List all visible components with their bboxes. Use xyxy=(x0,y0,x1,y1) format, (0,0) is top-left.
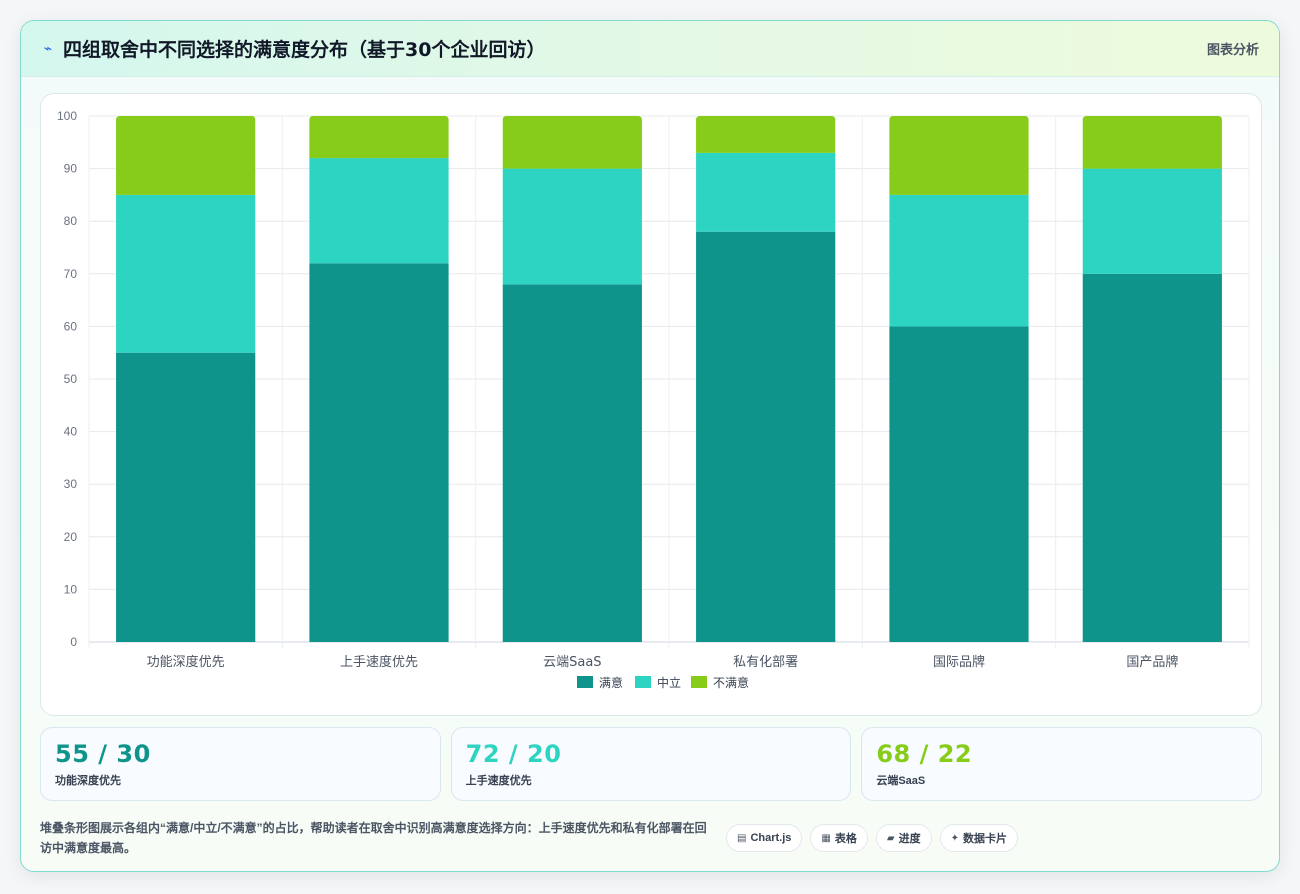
chart-panel: 0 10 20 30 40 50 60 70 80 90 100 功能深度优先 上手速度优先 云端SaaS… xyxy=(40,93,1262,716)
lightning-icon: ⌁ xyxy=(43,40,53,56)
bar-segment-2 xyxy=(1082,116,1222,169)
legend-label: 满意 xyxy=(599,675,623,690)
chip-table[interactable]: ▦ 表格 xyxy=(810,824,868,852)
stacked-bar-chart: 0 10 20 30 40 50 60 70 80 90 100 功能深度优先 上手速度优先 云端SaaS… xyxy=(57,109,1250,690)
bar-segment-0 xyxy=(696,231,836,642)
bar-segment-1 xyxy=(309,158,449,264)
bar-segment-0 xyxy=(1082,273,1222,642)
bar-segment-0 xyxy=(889,326,1029,642)
bar-segment-2 xyxy=(309,116,449,159)
bar-segment-0 xyxy=(502,284,642,642)
y-tick-label: 40 xyxy=(64,425,78,439)
chip-chartjs[interactable]: ▤ Chart.js xyxy=(726,824,803,852)
x-tick-label: 功能深度优先 xyxy=(147,654,225,670)
chart-card: ⌁ 四组取舍中不同选择的满意度分布（基于30个企业回访） 图表分析 0 10 20 3… xyxy=(20,20,1280,872)
legend-label: 中立 xyxy=(657,675,681,690)
chip-label: 数据卡片 xyxy=(962,833,1007,845)
y-tick-label: 100 xyxy=(57,109,77,123)
y-tick-label: 70 xyxy=(64,267,78,281)
chip-data-card[interactable]: ✦ 数据卡片 xyxy=(939,824,1018,852)
card-header: ⌁ 四组取舍中不同选择的满意度分布（基于30个企业回访） 图表分析 xyxy=(21,21,1279,77)
legend-label: 不满意 xyxy=(713,675,749,690)
legend-swatch xyxy=(577,676,593,688)
chip-label: 表格 xyxy=(834,833,857,845)
progress-icon: ▰ xyxy=(886,832,895,844)
y-tick-label: 50 xyxy=(64,372,78,386)
y-tick-label: 80 xyxy=(64,214,78,228)
bar-segment-2 xyxy=(116,116,256,195)
table-icon: ▦ xyxy=(821,832,831,844)
header-tag: 图表分析 xyxy=(1206,42,1259,57)
bar-segment-1 xyxy=(116,194,256,353)
tech-chips: ▤ Chart.js ▦ 表格 ▰ 进度 ✦ 数据卡片 xyxy=(726,824,1018,852)
y-tick-label: 0 xyxy=(70,635,77,649)
stat-card-0: 55 / 30 功能深度优先 xyxy=(40,727,441,801)
stat-cards: 55 / 30 功能深度优先 72 / 20 上手速度优先 68 / 22 云端… xyxy=(40,727,1263,801)
bar-segment-2 xyxy=(502,116,642,169)
x-tick-label: 国产品牌 xyxy=(1126,654,1178,670)
stat-card-1: 72 / 20 上手速度优先 xyxy=(450,727,852,801)
chart-icon: ▤ xyxy=(737,832,747,844)
stat-value: 68 / 22 xyxy=(876,740,973,768)
bar-segment-0 xyxy=(116,352,256,642)
stat-value: 55 / 30 xyxy=(55,740,151,768)
x-tick-label: 私有化部署 xyxy=(733,655,798,670)
chip-label: Chart.js xyxy=(750,832,792,844)
chip-progress[interactable]: ▰ 进度 xyxy=(875,824,932,852)
bar-segment-2 xyxy=(696,116,836,153)
bar-segment-0 xyxy=(309,263,449,642)
card-footer: 堆叠条形图展示各组内“满意/中立/不满意”的占比，帮助读者在取舍中识别高满意度选… xyxy=(40,816,1262,860)
title-wrap: ⌁ 四组取舍中不同选择的满意度分布（基于30个企业回访） xyxy=(41,35,546,62)
y-tick-label: 20 xyxy=(64,530,78,544)
stat-label: 功能深度优先 xyxy=(55,775,121,787)
bar-segment-1 xyxy=(696,152,836,232)
stat-label: 上手速度优先 xyxy=(465,775,532,787)
bar-segment-1 xyxy=(1082,168,1222,274)
bar-segment-1 xyxy=(889,194,1029,327)
y-tick-label: 90 xyxy=(64,162,78,176)
y-tick-label: 10 xyxy=(64,582,78,596)
footer-description: 堆叠条形图展示各组内“满意/中立/不满意”的占比，帮助读者在取舍中识别高满意度选… xyxy=(40,821,707,855)
sparkle-icon: ✦ xyxy=(950,832,959,844)
stat-value: 72 / 20 xyxy=(465,740,562,768)
page-title: 四组取舍中不同选择的满意度分布（基于30个企业回访） xyxy=(63,39,546,61)
y-tick-label: 30 xyxy=(64,477,78,491)
chip-label: 进度 xyxy=(898,833,921,845)
y-tick-label: 60 xyxy=(64,319,78,333)
legend-swatch xyxy=(691,676,707,688)
bar-segment-2 xyxy=(889,116,1029,195)
legend-swatch xyxy=(635,676,651,688)
x-tick-label: 国际品牌 xyxy=(933,654,985,670)
stat-card-2: 68 / 22 云端SaaS xyxy=(861,727,1263,801)
x-tick-label: 上手速度优先 xyxy=(340,654,418,670)
stat-label: 云端SaaS xyxy=(876,775,926,787)
x-tick-label: 云端SaaS xyxy=(543,655,601,670)
bar-segment-1 xyxy=(502,168,642,285)
